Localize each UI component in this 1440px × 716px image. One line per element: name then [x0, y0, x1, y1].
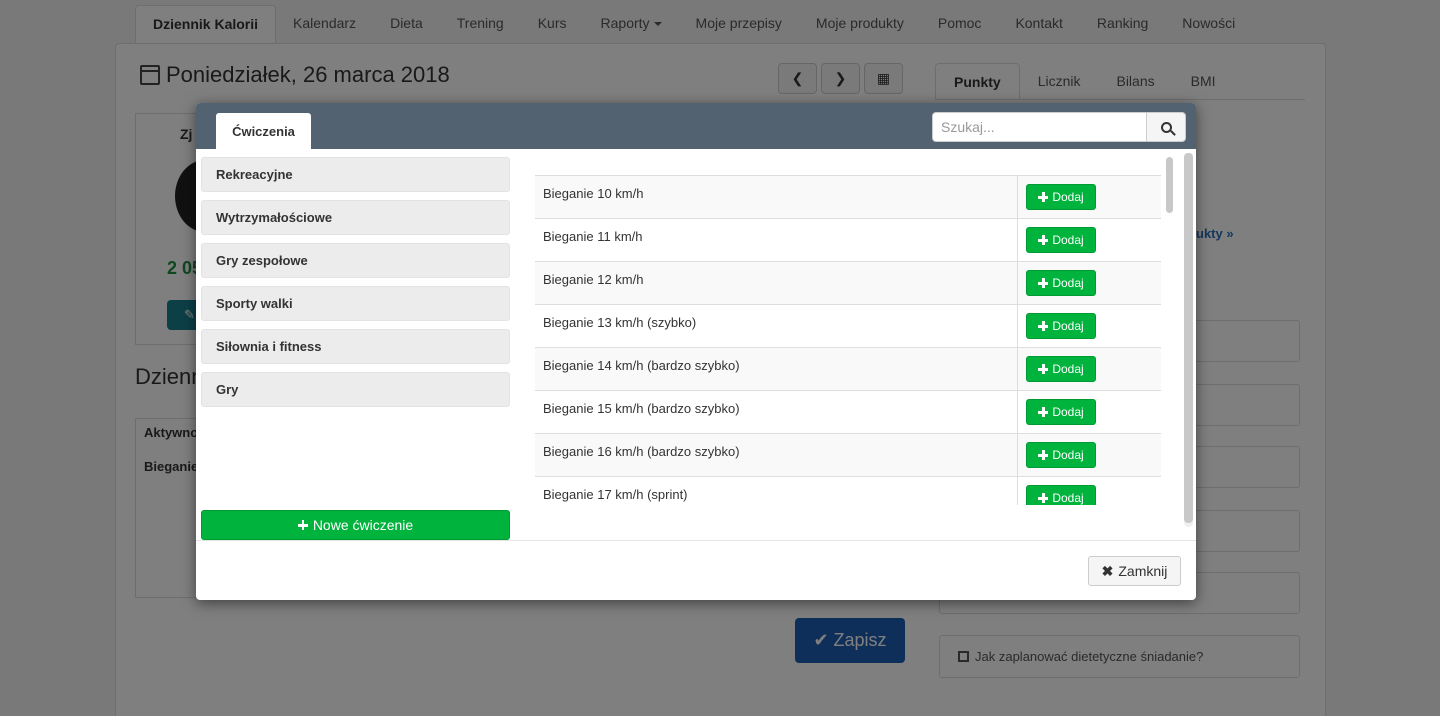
- category-label: Wytrzymałościowe: [216, 210, 333, 225]
- exercise-action-cell: Dodaj: [1018, 262, 1096, 304]
- exercise-name: Bieganie 12 km/h: [535, 262, 1018, 304]
- close-label: Zamknij: [1118, 563, 1168, 579]
- exercise-name: Bieganie 15 km/h (bardzo szybko): [535, 391, 1018, 433]
- plus-icon: [1038, 364, 1049, 374]
- close-icon: ✖: [1101, 562, 1114, 579]
- exercise-action-cell: Dodaj: [1018, 348, 1096, 390]
- exercise-name: Bieganie 10 km/h: [535, 176, 1018, 218]
- search-icon: [1160, 121, 1172, 133]
- add-exercise-button[interactable]: Dodaj: [1026, 442, 1096, 468]
- add-label: Dodaj: [1052, 491, 1084, 505]
- exercise-action-cell: Dodaj: [1018, 305, 1096, 347]
- table-row: Bieganie 10 km/h Dodaj: [535, 176, 1161, 219]
- plus-icon: [1038, 407, 1049, 417]
- category-gry[interactable]: Gry: [201, 372, 510, 407]
- category-label: Siłownia i fitness: [216, 339, 322, 354]
- category-list: Rekreacyjne Wytrzymałościowe Gry zespoło…: [201, 157, 510, 415]
- table-row: Bieganie 11 km/h Dodaj: [535, 219, 1161, 262]
- list-scroll-thumb[interactable]: [1166, 157, 1173, 213]
- add-exercise-button[interactable]: Dodaj: [1026, 356, 1096, 382]
- add-label: Dodaj: [1052, 319, 1084, 333]
- list-scrollbar[interactable]: [1165, 153, 1174, 505]
- add-exercise-button[interactable]: Dodaj: [1026, 485, 1096, 505]
- table-row: Bieganie 13 km/h (szybko) Dodaj: [535, 305, 1161, 348]
- modal-scroll-thumb[interactable]: [1184, 153, 1193, 523]
- search-group: [932, 112, 1186, 142]
- category-silownia-fitness[interactable]: Siłownia i fitness: [201, 329, 510, 364]
- add-exercise-button[interactable]: Dodaj: [1026, 270, 1096, 296]
- plus-icon: [297, 520, 308, 530]
- add-exercise-button[interactable]: Dodaj: [1026, 184, 1096, 210]
- new-exercise-button[interactable]: Nowe ćwiczenie: [201, 510, 510, 540]
- add-exercise-button[interactable]: Dodaj: [1026, 313, 1096, 339]
- exercise-name: Bieganie 17 km/h (sprint): [535, 477, 1018, 505]
- table-row: Bieganie 15 km/h (bardzo szybko) Dodaj: [535, 391, 1161, 434]
- category-wytrzymalosciowe[interactable]: Wytrzymałościowe: [201, 200, 510, 235]
- category-rekreacyjne[interactable]: Rekreacyjne: [201, 157, 510, 192]
- category-label: Rekreacyjne: [216, 167, 293, 182]
- modal-header: Ćwiczenia: [196, 103, 1196, 150]
- category-label: Sporty walki: [216, 296, 293, 311]
- category-label: Gry zespołowe: [216, 253, 308, 268]
- category-label: Gry: [216, 382, 239, 397]
- plus-icon: [1038, 493, 1049, 503]
- exercise-action-cell: Dodaj: [1018, 176, 1096, 218]
- exercise-action-cell: Dodaj: [1018, 219, 1096, 261]
- table-row: Bieganie 14 km/h (bardzo szybko) Dodaj: [535, 348, 1161, 391]
- exercise-modal: Ćwiczenia Rekreacyjne Wytrzymałościowe G…: [196, 103, 1196, 600]
- table-row: Bieganie 17 km/h (sprint) Dodaj: [535, 477, 1161, 505]
- exercise-action-cell: Dodaj: [1018, 434, 1096, 476]
- table-row: Bieganie 16 km/h (bardzo szybko) Dodaj: [535, 434, 1161, 477]
- add-exercise-button[interactable]: Dodaj: [1026, 227, 1096, 253]
- add-label: Dodaj: [1052, 276, 1084, 290]
- modal-footer: ✖ Zamknij: [196, 540, 1196, 600]
- close-button[interactable]: ✖ Zamknij: [1088, 556, 1181, 586]
- exercise-action-cell: Dodaj: [1018, 391, 1096, 433]
- tab-cwiczenia[interactable]: Ćwiczenia: [216, 113, 311, 150]
- plus-icon: [1038, 192, 1049, 202]
- add-exercise-button[interactable]: Dodaj: [1026, 399, 1096, 425]
- add-label: Dodaj: [1052, 233, 1084, 247]
- add-label: Dodaj: [1052, 190, 1084, 204]
- plus-icon: [1038, 321, 1049, 331]
- search-input[interactable]: [932, 112, 1147, 142]
- exercise-action-cell: Dodaj: [1018, 477, 1096, 505]
- exercise-name: Bieganie 16 km/h (bardzo szybko): [535, 434, 1018, 476]
- exercise-table: Bieganie 10 km/h Dodaj Bieganie 11 km/h …: [535, 175, 1161, 505]
- exercise-name: Bieganie 13 km/h (szybko): [535, 305, 1018, 347]
- tab-label: Ćwiczenia: [232, 124, 295, 139]
- add-label: Dodaj: [1052, 362, 1084, 376]
- add-label: Dodaj: [1052, 405, 1084, 419]
- table-row: Bieganie 12 km/h Dodaj: [535, 262, 1161, 305]
- plus-icon: [1038, 278, 1049, 288]
- plus-icon: [1038, 450, 1049, 460]
- modal-scrollbar[interactable]: [1184, 153, 1193, 527]
- category-sporty-walki[interactable]: Sporty walki: [201, 286, 510, 321]
- search-button[interactable]: [1147, 112, 1186, 142]
- exercise-list-area[interactable]: Bieganie 10 km/h Dodaj Bieganie 11 km/h …: [535, 153, 1162, 505]
- plus-icon: [1038, 235, 1049, 245]
- category-gry-zespolowe[interactable]: Gry zespołowe: [201, 243, 510, 278]
- add-label: Dodaj: [1052, 448, 1084, 462]
- new-exercise-label: Nowe ćwiczenie: [312, 517, 414, 533]
- exercise-name: Bieganie 11 km/h: [535, 219, 1018, 261]
- exercise-name: Bieganie 14 km/h (bardzo szybko): [535, 348, 1018, 390]
